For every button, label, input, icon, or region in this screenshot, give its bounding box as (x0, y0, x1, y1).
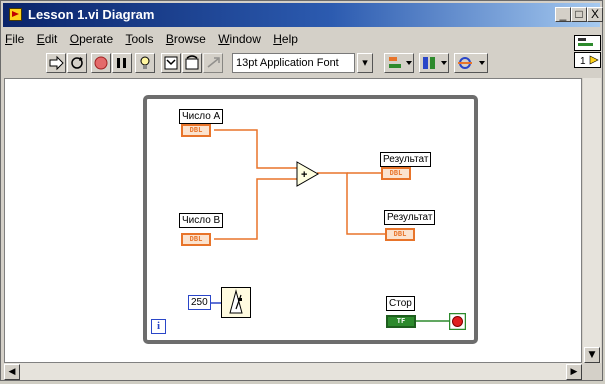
control-a-terminal[interactable]: DBL (181, 124, 211, 137)
wire-b (214, 178, 299, 240)
add-function[interactable]: + (296, 161, 320, 187)
vertical-scrollbar[interactable]: ▼ (583, 78, 601, 363)
control-a-label[interactable]: Число A (179, 109, 224, 124)
horizontal-scrollbar[interactable]: ◀ ▶ (4, 363, 582, 380)
stop-terminal[interactable]: TF (386, 315, 416, 328)
loop-condition-stop-icon[interactable] (449, 313, 466, 330)
indicator-2-label[interactable]: Результат (384, 210, 436, 225)
stop-label[interactable]: Стор (386, 296, 415, 311)
wait-constant[interactable]: 250 (188, 295, 211, 310)
add-operator-label: + (301, 169, 307, 181)
wire-a (214, 129, 299, 169)
scroll-down-button[interactable]: ▼ (584, 347, 600, 363)
iteration-terminal[interactable]: i (151, 319, 166, 334)
scroll-right-button[interactable]: ▶ (566, 364, 582, 380)
wire-result (317, 172, 385, 235)
control-b-terminal[interactable]: DBL (181, 233, 211, 246)
scroll-left-button[interactable]: ◀ (4, 364, 20, 380)
indicator-1-terminal[interactable]: DBL (381, 167, 411, 180)
wires-layer (210, 129, 449, 322)
indicator-1-label[interactable]: Результат (380, 152, 432, 167)
indicator-2-terminal[interactable]: DBL (385, 228, 415, 241)
labview-block-diagram-window: Lesson 1.vi Diagram _ □ X File Edit Oper… (0, 0, 603, 381)
wait-ms-metronome-icon[interactable] (221, 287, 251, 318)
control-b-label[interactable]: Число B (179, 213, 224, 228)
